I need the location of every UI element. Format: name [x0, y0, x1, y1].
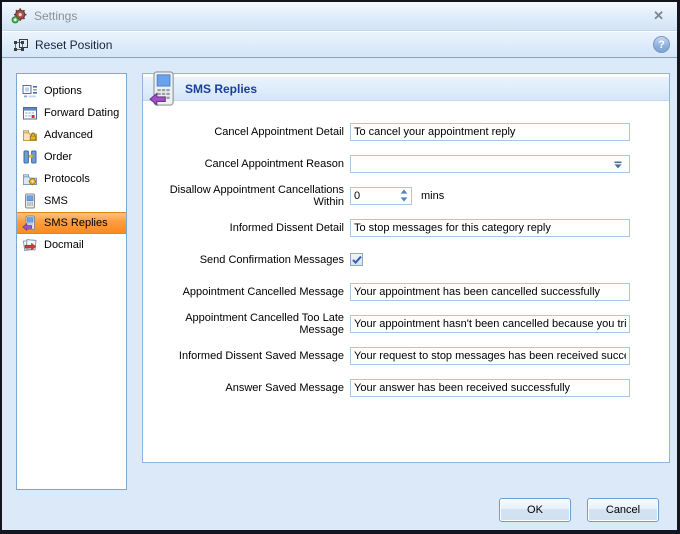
sidebar-item-options[interactable]: Options: [17, 80, 126, 102]
informed-dissent-saved-message-input[interactable]: [350, 347, 630, 365]
sms-replies-panel: SMS Replies Cancel Appointment Detail Ca…: [142, 73, 670, 463]
settings-window: Settings ✕ Reset Position ?: [0, 0, 680, 534]
form-row: Answer Saved Message: [144, 378, 630, 397]
form-row: Cancel Appointment Reason: [144, 154, 630, 173]
sidebar-item-protocols[interactable]: Protocols: [17, 168, 126, 190]
sidebar: Options Forward Dating: [16, 73, 127, 490]
cancel-button[interactable]: Cancel: [587, 498, 659, 522]
sidebar-item-label: Order: [44, 151, 72, 163]
titlebar: Settings ✕: [2, 2, 677, 31]
field-label: Send Confirmation Messages: [144, 254, 350, 266]
form-row: Cancel Appointment Detail: [144, 122, 630, 141]
sidebar-item-label: SMS Replies: [44, 217, 108, 229]
phone-reply-icon: [22, 215, 38, 231]
appointment-cancelled-too-late-input[interactable]: [350, 315, 630, 333]
folder-lock-icon: [22, 127, 38, 143]
checkmark-icon: [351, 254, 363, 266]
sidebar-item-advanced[interactable]: Advanced: [17, 124, 126, 146]
sidebar-item-label: Docmail: [44, 239, 84, 251]
spinner-arrows-icon[interactable]: [400, 189, 411, 202]
order-icon: [22, 149, 38, 165]
sidebar-item-label: Protocols: [44, 173, 90, 185]
sidebar-item-label: Advanced: [44, 129, 93, 141]
ok-button[interactable]: OK: [499, 498, 571, 522]
reset-position-icon: [13, 37, 29, 53]
field-label: Appointment Cancelled Too Late Message: [144, 312, 350, 336]
calendar-icon: [22, 105, 38, 121]
phone-icon: [22, 193, 38, 209]
docmail-icon: [22, 237, 38, 253]
form-row: Send Confirmation Messages: [144, 250, 363, 269]
send-confirmation-checkbox[interactable]: [350, 253, 363, 266]
phone-reply-large-icon: [149, 71, 177, 112]
sidebar-item-docmail[interactable]: Docmail: [17, 234, 126, 256]
field-label: Appointment Cancelled Message: [144, 286, 350, 298]
settings-gear-icon: [11, 8, 27, 24]
informed-dissent-detail-input[interactable]: [350, 219, 630, 237]
close-icon[interactable]: ✕: [649, 8, 668, 24]
field-label: Answer Saved Message: [144, 382, 350, 394]
form-row: Appointment Cancelled Too Late Message: [144, 314, 630, 333]
form-row: Disallow Appointment Cancellations Withi…: [144, 186, 444, 205]
field-label: Cancel Appointment Detail: [144, 126, 350, 138]
form-row: Appointment Cancelled Message: [144, 282, 630, 301]
answer-saved-message-input[interactable]: [350, 379, 630, 397]
field-label: Informed Dissent Detail: [144, 222, 350, 234]
folder-gear-icon: [22, 171, 38, 187]
spinner-suffix-label: mins: [421, 190, 444, 202]
form-row: Informed Dissent Detail: [144, 218, 630, 237]
field-label: Cancel Appointment Reason: [144, 158, 350, 170]
sidebar-item-label: Forward Dating: [44, 107, 119, 119]
reset-position-label: Reset Position: [35, 38, 112, 52]
sidebar-item-label: SMS: [44, 195, 68, 207]
sidebar-item-sms[interactable]: SMS: [17, 190, 126, 212]
help-icon[interactable]: ?: [653, 36, 670, 53]
options-icon: [22, 83, 38, 99]
appointment-cancelled-message-input[interactable]: [350, 283, 630, 301]
form-row: Informed Dissent Saved Message: [144, 346, 630, 365]
chevron-down-icon: [614, 161, 623, 169]
sidebar-item-label: Options: [44, 85, 82, 97]
cancel-appointment-reason-dropdown[interactable]: [350, 155, 630, 173]
field-label: Disallow Appointment Cancellations Withi…: [144, 184, 350, 208]
toolbar: Reset Position ?: [2, 31, 677, 58]
sidebar-item-forward-dating[interactable]: Forward Dating: [17, 102, 126, 124]
sidebar-item-sms-replies[interactable]: SMS Replies: [17, 212, 126, 234]
window-title: Settings: [34, 9, 77, 23]
spinner-value-input[interactable]: [351, 190, 400, 202]
sidebar-item-order[interactable]: Order: [17, 146, 126, 168]
cancel-appointment-detail-input[interactable]: [350, 123, 630, 141]
panel-title: SMS Replies: [185, 82, 257, 96]
disallow-cancellations-spinner[interactable]: [350, 187, 412, 205]
reset-position-button[interactable]: Reset Position: [9, 35, 116, 55]
field-label: Informed Dissent Saved Message: [144, 350, 350, 362]
